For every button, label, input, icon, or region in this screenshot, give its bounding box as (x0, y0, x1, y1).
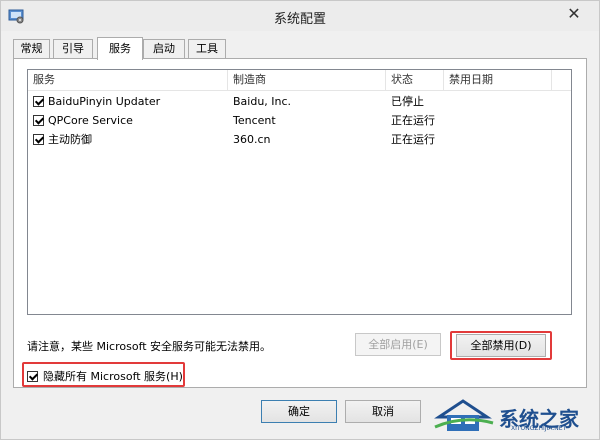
service-name: QPCore Service (48, 114, 133, 127)
tab-startup[interactable]: 启动 (143, 39, 185, 58)
watermark-url: XITONGZHIJIA.NET (511, 425, 567, 432)
service-checkbox[interactable] (33, 96, 44, 107)
service-manufacturer: 360.cn (233, 133, 271, 146)
hide-microsoft-label: 隐藏所有 Microsoft 服务(H) (43, 370, 183, 383)
security-services-note: 请注意，某些 Microsoft 安全服务可能无法禁用。 (27, 340, 272, 353)
services-panel: 服务 制造商 状态 禁用日期 BaiduPinyin Updater Baidu… (13, 58, 587, 388)
watermark: 系统之家 XITONGZHIJIA.NET (427, 395, 597, 437)
ok-button[interactable]: 确定 (261, 400, 337, 423)
system-config-window: 系统配置 ✕ 常规 引导 服务 启动 工具 服务 制造商 状态 禁用日期 Bai… (0, 0, 600, 440)
service-status: 正在运行 (391, 133, 435, 146)
cancel-button[interactable]: 取消 (345, 400, 421, 423)
tab-services[interactable]: 服务 (97, 37, 143, 60)
service-manufacturer: Tencent (233, 114, 276, 127)
table-row[interactable]: BaiduPinyin Updater Baidu, Inc. 已停止 (28, 92, 571, 111)
column-service[interactable]: 服务 (28, 70, 228, 90)
service-name: BaiduPinyin Updater (48, 95, 161, 108)
list-header: 服务 制造商 状态 禁用日期 (28, 70, 571, 91)
tab-general[interactable]: 常规 (13, 39, 50, 58)
table-row[interactable]: QPCore Service Tencent 正在运行 (28, 111, 571, 130)
service-status: 正在运行 (391, 114, 435, 127)
tab-boot[interactable]: 引导 (53, 39, 93, 58)
column-status[interactable]: 状态 (386, 70, 444, 90)
disable-all-button[interactable]: 全部禁用(D) (456, 334, 546, 357)
tab-tools[interactable]: 工具 (188, 39, 226, 58)
house-logo-icon (434, 399, 494, 431)
column-disabled-date[interactable]: 禁用日期 (444, 70, 552, 90)
close-icon[interactable]: ✕ (555, 3, 593, 25)
enable-all-button[interactable]: 全部启用(E) (355, 333, 441, 356)
column-manufacturer[interactable]: 制造商 (228, 70, 386, 90)
services-list[interactable]: 服务 制造商 状态 禁用日期 BaiduPinyin Updater Baidu… (27, 69, 572, 315)
service-checkbox[interactable] (33, 134, 44, 145)
hide-microsoft-checkbox[interactable] (27, 371, 38, 382)
service-status: 已停止 (391, 95, 424, 108)
window-title: 系统配置 (273, 12, 326, 27)
service-checkbox[interactable] (33, 115, 44, 126)
service-manufacturer: Baidu, Inc. (233, 95, 292, 108)
title-bar[interactable]: 系统配置 ✕ (1, 1, 599, 31)
service-name: 主动防御 (48, 133, 92, 146)
table-row[interactable]: 主动防御 360.cn 正在运行 (28, 130, 571, 149)
